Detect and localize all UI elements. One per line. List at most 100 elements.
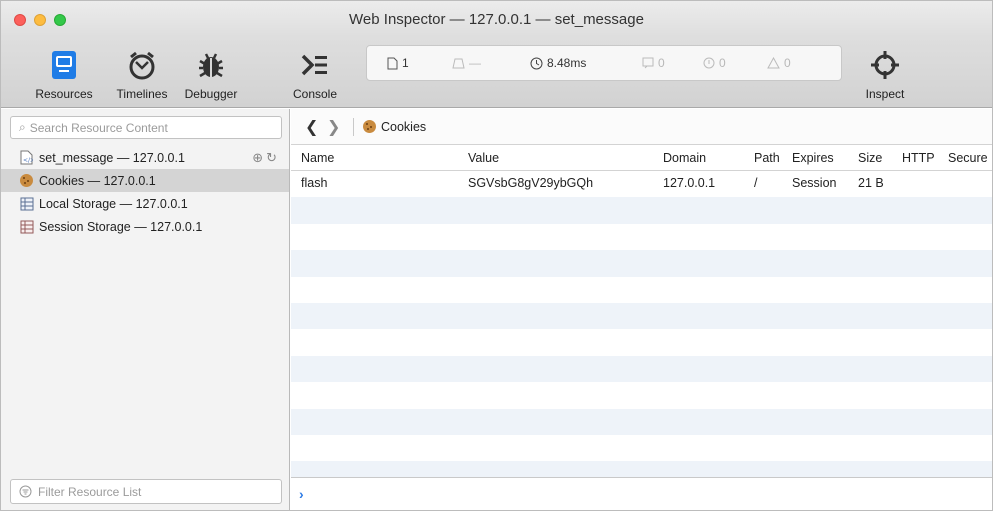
empty-row [291, 224, 992, 250]
empty-row [291, 329, 992, 355]
error-count: 0 [719, 56, 726, 70]
column-header-http[interactable]: HTTP [902, 151, 935, 165]
tree-item-session-storage[interactable]: Session Storage — 127.0.0.1 [1, 215, 289, 238]
table-icon [19, 196, 34, 211]
tree-item-label: Cookies — 127.0.0.1 [39, 173, 156, 188]
window-title: Web Inspector — 127.0.0.1 — set_message [349, 11, 644, 28]
cookie-value: SGVsbG8gV29ybGQh [468, 176, 594, 190]
document-icon [387, 57, 398, 69]
title-bar: Web Inspector — 127.0.0.1 — set_message [1, 1, 992, 37]
load-value: — [469, 56, 481, 70]
svg-text:</>: </> [23, 157, 33, 164]
cookie-icon [19, 173, 34, 188]
column-header-name[interactable]: Name [301, 151, 334, 165]
empty-row [291, 277, 992, 303]
filter-placeholder: Filter Resource List [38, 484, 142, 499]
empty-row [291, 382, 992, 408]
reload-icon[interactable]: ↻ [266, 150, 277, 166]
cookie-size: 21 B [858, 176, 884, 190]
timelines-tab-button[interactable]: Timelines [109, 45, 175, 101]
search-icon: ⌕ [19, 120, 26, 134]
table-row[interactable]: flash SGVsbG8gV29ybGQh 127.0.0.1 / Sessi… [291, 171, 992, 197]
tree-item-set-message[interactable]: </> set_message — 127.0.0.1 ⊕ ↻ [1, 146, 289, 169]
content-area: ❮ ❯ Cookies Name Value Domain Path Expir… [291, 109, 992, 510]
resources-icon [23, 45, 105, 85]
empty-row [291, 461, 992, 477]
table-header: Name Value Domain Path Expires Size HTTP… [291, 146, 992, 171]
bug-icon [176, 45, 246, 85]
resources-tab-button[interactable]: Resources [23, 45, 105, 101]
resource-count-item: 1 [387, 56, 409, 70]
tree-item-cookies[interactable]: Cookies — 127.0.0.1 [1, 169, 289, 192]
empty-row [291, 197, 992, 224]
empty-row [291, 408, 992, 435]
empty-row [291, 435, 992, 461]
log-count: 0 [658, 56, 665, 70]
timelines-label: Timelines [116, 87, 168, 101]
clock-icon [530, 57, 543, 69]
debugger-tab-button[interactable]: Debugger [176, 45, 246, 101]
resources-label: Resources [35, 87, 93, 101]
column-header-value[interactable]: Value [468, 151, 499, 165]
error-icon [703, 57, 715, 69]
tree-item-local-storage[interactable]: Local Storage — 127.0.0.1 [1, 192, 289, 215]
console-label: Console [292, 87, 338, 101]
tree-item-actions: ⊕ ↻ [252, 150, 277, 166]
weight-icon [452, 58, 465, 69]
tree-item-label: Local Storage — 127.0.0.1 [39, 196, 188, 211]
log-icon [642, 57, 654, 69]
console-icon [287, 45, 343, 85]
debugger-label: Debugger [184, 87, 238, 101]
breadcrumb[interactable]: Cookies [362, 119, 426, 134]
empty-row [291, 302, 992, 330]
load-time: 8.48ms [547, 56, 587, 70]
nav-separator [353, 117, 354, 136]
column-header-secure[interactable]: Secure [948, 151, 988, 165]
cookies-table: Name Value Domain Path Expires Size HTTP… [291, 146, 992, 477]
warning-icon [767, 57, 780, 69]
forward-icon[interactable]: ❯ [327, 117, 349, 137]
console-prompt-icon: › [299, 486, 304, 502]
search-resource-input[interactable]: ⌕ Search Resource Content [10, 116, 282, 139]
column-header-expires[interactable]: Expires [792, 151, 834, 165]
resource-count: 1 [402, 56, 409, 70]
document-icon: </> [19, 150, 34, 165]
load-item: — [452, 56, 481, 70]
quick-console[interactable]: › [291, 477, 992, 510]
breadcrumb-label: Cookies [381, 119, 427, 134]
inspect-button[interactable]: Inspect [855, 45, 915, 101]
cookie-path: / [754, 176, 758, 190]
table-icon [19, 219, 34, 234]
cookie-icon [363, 120, 376, 133]
toolbar: Resources Timelines Debugger Console 1 —… [1, 37, 992, 108]
stopwatch-icon [109, 45, 175, 85]
column-header-size[interactable]: Size [858, 151, 882, 165]
filter-resource-input[interactable]: Filter Resource List [10, 479, 282, 504]
download-icon[interactable]: ⊕ [252, 150, 263, 166]
warnings-item: 0 [767, 56, 791, 70]
column-header-path[interactable]: Path [754, 151, 780, 165]
filter-icon [19, 485, 32, 498]
empty-row [291, 355, 992, 383]
navigation-bar: ❮ ❯ Cookies [291, 109, 992, 145]
load-time-item: 8.48ms [530, 56, 586, 70]
back-icon[interactable]: ❮ [305, 117, 327, 137]
cookie-expires: Session [792, 176, 837, 190]
column-header-domain[interactable]: Domain [663, 151, 706, 165]
search-placeholder: Search Resource Content [29, 120, 168, 135]
errors-item: 0 [703, 56, 726, 70]
logs-item: 0 [642, 56, 665, 70]
console-tab-button[interactable]: Console [287, 45, 343, 101]
resource-sidebar: ⌕ Search Resource Content </> set_messag… [1, 109, 290, 510]
cookie-domain: 127.0.0.1 [663, 176, 716, 190]
cookie-name: flash [301, 176, 328, 190]
web-inspector-window: Web Inspector — 127.0.0.1 — set_message … [0, 0, 993, 511]
warning-count: 0 [784, 56, 791, 70]
tree-item-label: set_message — 127.0.0.1 [39, 150, 185, 165]
crosshair-icon [855, 45, 915, 85]
inspect-label: Inspect [865, 87, 905, 101]
empty-row [291, 250, 992, 277]
tree-item-label: Session Storage — 127.0.0.1 [39, 219, 203, 234]
resource-tree: </> set_message — 127.0.0.1 ⊕ ↻ Cookies … [1, 146, 289, 238]
dashboard[interactable]: 1 — 8.48ms 0 0 0 [366, 45, 842, 81]
